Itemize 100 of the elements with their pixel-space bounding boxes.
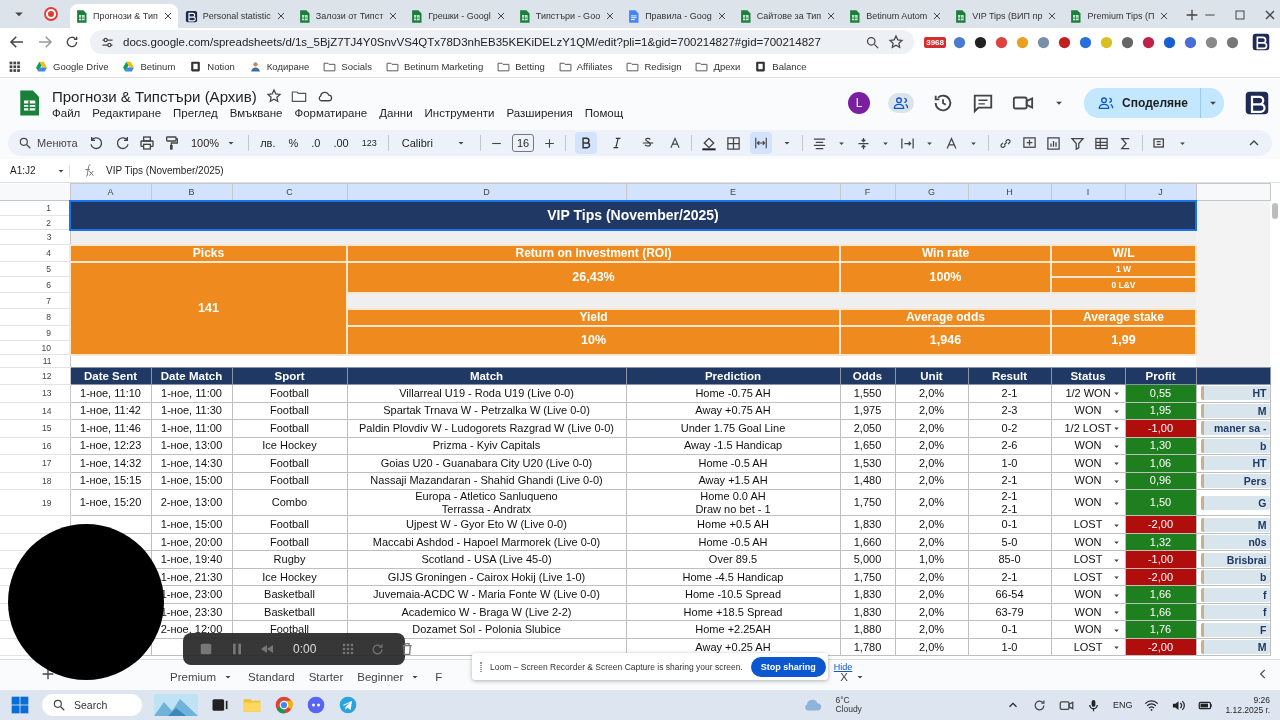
bookmark[interactable]: Notion <box>189 60 235 73</box>
record-icon[interactable] <box>42 5 60 23</box>
filter-icon[interactable] <box>1070 135 1086 151</box>
filter-views-icon[interactable] <box>1094 135 1110 151</box>
sheet-tab[interactable]: Beginner <box>353 668 426 685</box>
status-dropdown[interactable]: WON <box>1051 620 1125 639</box>
redo-icon[interactable] <box>114 135 130 151</box>
bookmark[interactable]: Betinum Marketing <box>385 60 484 73</box>
collaborators-icon[interactable] <box>888 93 915 113</box>
wifi-icon[interactable] <box>1144 697 1160 713</box>
status-dropdown[interactable]: 1/2 WON <box>1051 384 1125 402</box>
taskbar-search-field[interactable]: Search <box>42 694 142 716</box>
increase-decimals-button[interactable]: .00 <box>331 132 351 154</box>
status-dropdown[interactable]: WON <box>1051 533 1125 551</box>
font-dropdown[interactable]: Calibri <box>397 132 471 154</box>
menu-item[interactable]: Преглед <box>173 106 218 119</box>
chat-app-icon[interactable] <box>306 695 326 715</box>
menu-item[interactable]: Помощ <box>584 106 624 119</box>
bookmark[interactable]: Google Drive <box>35 60 109 73</box>
scrollbar-thumb[interactable] <box>1272 203 1278 219</box>
back-icon[interactable] <box>8 33 26 51</box>
extension-badge[interactable]: 3968 <box>924 36 946 48</box>
add-comment-icon[interactable] <box>1022 135 1038 151</box>
address-field[interactable]: docs.google.com/spreadsheets/d/1s_5BjZ7TJ4Y0SnvVS4QTx78D3nhEB35KEKiDELzY1QM/edit?pli=1&gid=700214827#gid=700214827 <box>90 30 915 54</box>
status-dropdown[interactable]: LOST <box>1051 638 1125 656</box>
forward-icon[interactable] <box>36 33 54 51</box>
menu-item[interactable]: Вмъкване <box>229 106 283 119</box>
restart-icon[interactable] <box>370 641 386 657</box>
bookmark[interactable]: Redisign <box>626 60 682 73</box>
chart-icon[interactable] <box>1046 135 1062 151</box>
status-dropdown[interactable]: WON <box>1051 585 1125 604</box>
name-box[interactable]: A1:J2 <box>8 164 70 177</box>
currency-button[interactable]: лв. <box>258 132 278 154</box>
borders-icon[interactable] <box>726 135 742 151</box>
menu-search-field[interactable]: Менюта <box>18 136 80 150</box>
star-icon[interactable] <box>265 88 282 104</box>
reload-icon[interactable] <box>64 34 80 50</box>
bookmark[interactable]: Дрехи <box>695 60 741 73</box>
status-dropdown[interactable]: WON <box>1051 402 1125 420</box>
font-size-field[interactable]: 16 <box>511 134 535 152</box>
status-dropdown[interactable]: 1/2 LOST <box>1051 419 1125 437</box>
undo-icon[interactable] <box>89 135 105 151</box>
bookmark[interactable]: Кодиране <box>248 60 310 73</box>
profile-icon[interactable] <box>1250 31 1272 53</box>
browser-tab[interactable]: Грешки - Googl <box>405 4 511 28</box>
bookmark[interactable]: Affiliates <box>558 60 613 73</box>
increase-size-icon[interactable] <box>543 136 557 150</box>
status-dropdown[interactable]: LOST <box>1051 550 1125 569</box>
extension-icon[interactable] <box>1057 34 1072 50</box>
browser-tab[interactable]: Типстъри - Goo <box>512 4 621 28</box>
bookmark-star-icon[interactable] <box>888 34 905 50</box>
status-dropdown[interactable]: WON <box>1051 472 1125 490</box>
browser-tab[interactable]: VIP Tips (ВИП пр <box>949 4 1063 28</box>
sheet-tab[interactable]: Starter <box>304 668 348 685</box>
decrease-decimals-button[interactable]: .0 <box>309 132 323 154</box>
extension-icon[interactable] <box>973 34 988 50</box>
align-icon[interactable] <box>812 135 828 151</box>
menu-item[interactable]: Форматиране <box>294 106 368 119</box>
status-dropdown[interactable]: WON <box>1051 489 1125 516</box>
status-dropdown[interactable]: WON <box>1051 603 1125 621</box>
status-dropdown[interactable]: LOST <box>1051 515 1125 534</box>
status-dropdown[interactable]: LOST <box>1051 568 1125 586</box>
percent-button[interactable]: % <box>286 132 301 154</box>
browser-tab[interactable]: Personal statistic <box>179 4 291 28</box>
stop-sharing-button[interactable]: Stop sharing <box>750 656 826 677</box>
status-dropdown[interactable]: WON <box>1051 454 1125 472</box>
menu-item[interactable]: Данни <box>379 106 413 119</box>
sheet-tab[interactable]: Standard <box>244 668 299 685</box>
hide-link[interactable]: Hide <box>833 661 853 672</box>
status-dropdown[interactable]: WON <box>1051 437 1125 455</box>
avatar[interactable]: L <box>848 92 871 114</box>
print-icon[interactable] <box>139 135 155 151</box>
browser-tab[interactable]: Betinum Autom <box>843 4 948 28</box>
bookmark[interactable]: Socials <box>323 60 372 73</box>
browser-tab[interactable]: Залози от Типст <box>292 4 404 28</box>
start-icon[interactable] <box>10 695 30 715</box>
apps-icon[interactable] <box>8 60 21 73</box>
merge-cells-button[interactable] <box>750 132 773 154</box>
browser-tab[interactable]: Правила - Goog <box>622 4 732 28</box>
bookmark[interactable]: Balance <box>754 60 807 73</box>
zoom-dropdown[interactable]: 100% <box>189 132 240 154</box>
messenger-icon[interactable] <box>338 695 358 715</box>
menu-item[interactable]: Файл <box>52 106 81 119</box>
browser-tab[interactable]: Сайтове за Тип <box>733 4 842 28</box>
bookmark[interactable]: Betinum <box>122 60 176 73</box>
menu-item[interactable]: Разширения <box>506 106 573 119</box>
zoom-icon[interactable] <box>865 34 881 50</box>
clock-time[interactable]: 9:26 <box>1253 694 1270 705</box>
bookmark[interactable]: Betting <box>497 60 545 73</box>
clock-date[interactable]: 1.12.2025 г. <box>1225 705 1270 716</box>
language-indicator[interactable]: ENG <box>1112 700 1133 710</box>
browser-tab[interactable]: Прогнози & Тип <box>70 4 178 28</box>
menu-item[interactable]: Инструменти <box>424 106 495 119</box>
browser-tab[interactable]: Premium Tips (П <box>1064 4 1175 28</box>
bold-button[interactable] <box>575 132 598 154</box>
number-format-button[interactable]: 123 <box>359 132 379 154</box>
sheet-tab[interactable]: F <box>431 668 447 685</box>
comments-icon[interactable] <box>972 92 995 114</box>
fill-color-icon[interactable] <box>701 135 718 151</box>
paint-format-icon[interactable] <box>164 135 180 151</box>
